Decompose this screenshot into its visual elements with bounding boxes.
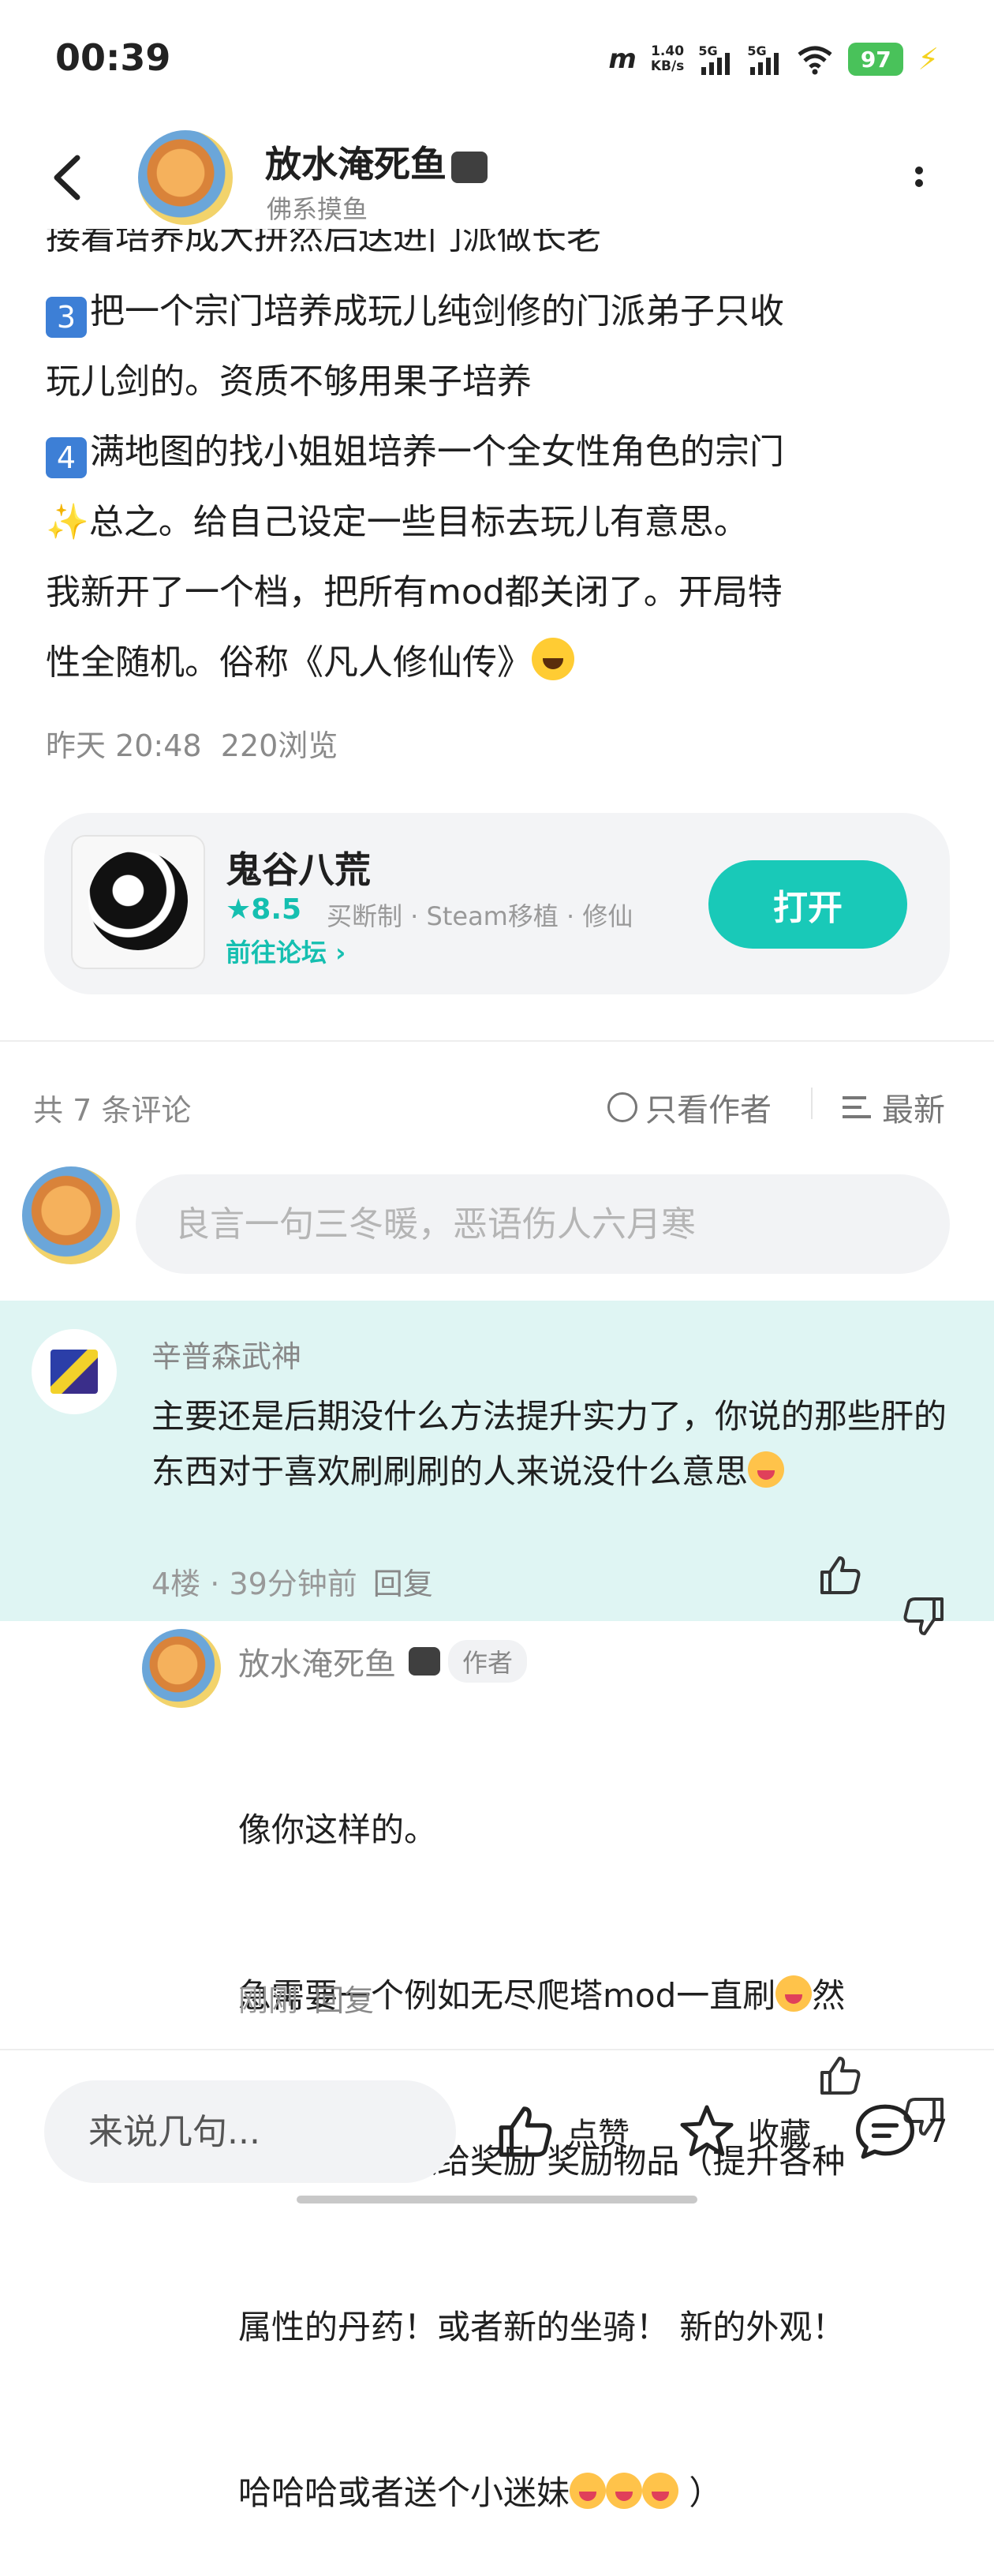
drool-emoji-icon xyxy=(642,2473,679,2509)
signal-icon: 5G xyxy=(747,43,782,75)
hat-icon xyxy=(451,151,488,183)
signal-icon: 5G xyxy=(698,43,733,75)
post-line: 性全随机。俗称《凡人修仙传》 xyxy=(46,627,953,698)
reply-button[interactable]: 回复 xyxy=(314,1983,374,2018)
post-line: 4 满地图的找小姐姐培养一个全女性角色的宗门 xyxy=(46,417,953,487)
reply-avatar[interactable] xyxy=(142,1629,221,1708)
dragon-logo-icon xyxy=(88,851,188,950)
game-thumbnail[interactable] xyxy=(71,835,205,969)
reply-meta: 刚刚 回复 xyxy=(238,1983,375,2018)
post-clipped-line: 接着培养成大拼然后送进门派做长老 xyxy=(46,229,601,257)
open-game-button[interactable]: 打开 xyxy=(708,860,907,949)
sparkles-icon: ✨ xyxy=(46,502,89,542)
like-button[interactable] xyxy=(819,2055,863,2096)
sort-icon xyxy=(843,1095,874,1120)
like-button[interactable] xyxy=(819,1555,863,1596)
divider xyxy=(0,1040,994,1042)
charging-bolt-icon: ⚡ xyxy=(917,42,939,77)
post-line: ✨总之。给自己设定一些目标去玩儿有意思。 xyxy=(46,502,749,542)
game-tags: 买断制 · Steam移植 · 修仙 xyxy=(327,901,633,931)
more-button[interactable] xyxy=(907,162,931,209)
game-title[interactable]: 鬼谷八荒 xyxy=(226,841,371,893)
thumb-down-icon xyxy=(903,1597,944,1635)
status-icons: m 1.40 KB/s 5G 5G 97 ⚡ xyxy=(608,39,939,79)
forum-link[interactable]: 前往论坛 › xyxy=(226,933,346,969)
reply-author-row: 放水淹死鱼 作者 xyxy=(238,1638,528,1684)
like-post-button[interactable]: 点赞 xyxy=(497,2102,630,2161)
comment-meta: 4楼 · 39分钟前 回复 xyxy=(151,1567,433,1601)
more-icon xyxy=(915,167,923,174)
status-time: 00:39 xyxy=(55,36,171,79)
comments-button[interactable]: 7 xyxy=(854,2102,947,2161)
separator xyxy=(811,1088,813,1119)
mi-logo-icon: m xyxy=(608,43,637,75)
post-line: 我新开了一个档，把所有mod都关闭了。开局特 xyxy=(46,572,783,612)
thumb-up-icon xyxy=(499,2106,552,2157)
thumb-up-icon xyxy=(820,1556,861,1594)
drool-emoji-icon xyxy=(775,1975,813,2012)
drool-emoji-icon xyxy=(606,2473,643,2509)
radio-icon xyxy=(607,1092,637,1122)
divider xyxy=(0,2049,994,2050)
author-name-row[interactable]: 放水淹死鱼 xyxy=(265,136,488,188)
net-speed: 1.40 KB/s xyxy=(650,43,685,74)
battery-indicator: 97 xyxy=(848,43,904,76)
back-button[interactable] xyxy=(47,150,95,213)
sad-emoji-icon xyxy=(748,1451,785,1488)
bottom-comment-input[interactable] xyxy=(44,2080,456,2183)
my-avatar xyxy=(22,1166,120,1264)
author-name: 放水淹死鱼 xyxy=(265,143,447,185)
home-indicator[interactable] xyxy=(297,2196,697,2203)
post-body: 3 把一个宗门培养成玩儿纯剑修的门派弟子只收 玩儿剑的。资质不够用果子培养 4 满地… xyxy=(46,276,953,698)
author-avatar[interactable] xyxy=(138,130,233,225)
commenter-name[interactable]: 辛普森武神 xyxy=(151,1332,301,1376)
reply-button[interactable]: 回复 xyxy=(373,1567,433,1601)
post-line: 玩儿剑的。资质不够用果子培养 xyxy=(46,361,532,402)
author-badge: 作者 xyxy=(448,1640,528,1683)
comment-text: 主要还是后期没什么方法提升实力了，你说的那些肝的东西对于喜欢刷刷刷的人来说没什么… xyxy=(151,1397,947,1491)
post-time: 昨天 20:48 xyxy=(46,728,202,763)
post-meta: 昨天 20:48 220浏览 xyxy=(46,721,338,765)
star-outline-icon xyxy=(680,2105,734,2157)
favorite-button[interactable]: 收藏 xyxy=(677,2102,811,2161)
dislike-button[interactable] xyxy=(901,1596,945,1637)
keycap-4-icon: 4 xyxy=(46,437,87,478)
hat-icon xyxy=(409,1647,440,1676)
star-icon: ★ xyxy=(226,893,252,926)
thumb-up-icon xyxy=(820,2057,861,2095)
game-rating: ★8.5 xyxy=(226,893,302,926)
author-subtitle: 佛系摸鱼 xyxy=(267,194,368,224)
back-icon xyxy=(54,155,80,200)
keycap-3-icon: 3 xyxy=(46,297,87,338)
smile-emoji-icon xyxy=(532,638,574,680)
chevron-right-icon: › xyxy=(335,938,346,968)
wifi-icon xyxy=(798,46,832,75)
commenter-avatar[interactable] xyxy=(32,1329,117,1414)
post-line: 3 把一个宗门培养成玩儿纯剑修的门派弟子只收 xyxy=(46,276,953,346)
drool-emoji-icon xyxy=(570,2473,607,2509)
only-author-toggle[interactable]: 只看作者 xyxy=(607,1084,772,1130)
post-views: 220浏览 xyxy=(220,728,338,763)
comment-count: 共 7 条评论 xyxy=(33,1093,192,1128)
reply-author-name[interactable]: 放水淹死鱼 xyxy=(238,1638,396,1684)
comment-input[interactable] xyxy=(136,1174,950,1274)
comment-icon xyxy=(856,2104,914,2159)
status-bar: 00:39 m 1.40 KB/s 5G 5G 97 ⚡ xyxy=(0,0,994,118)
sort-button[interactable]: 最新 xyxy=(843,1084,945,1130)
